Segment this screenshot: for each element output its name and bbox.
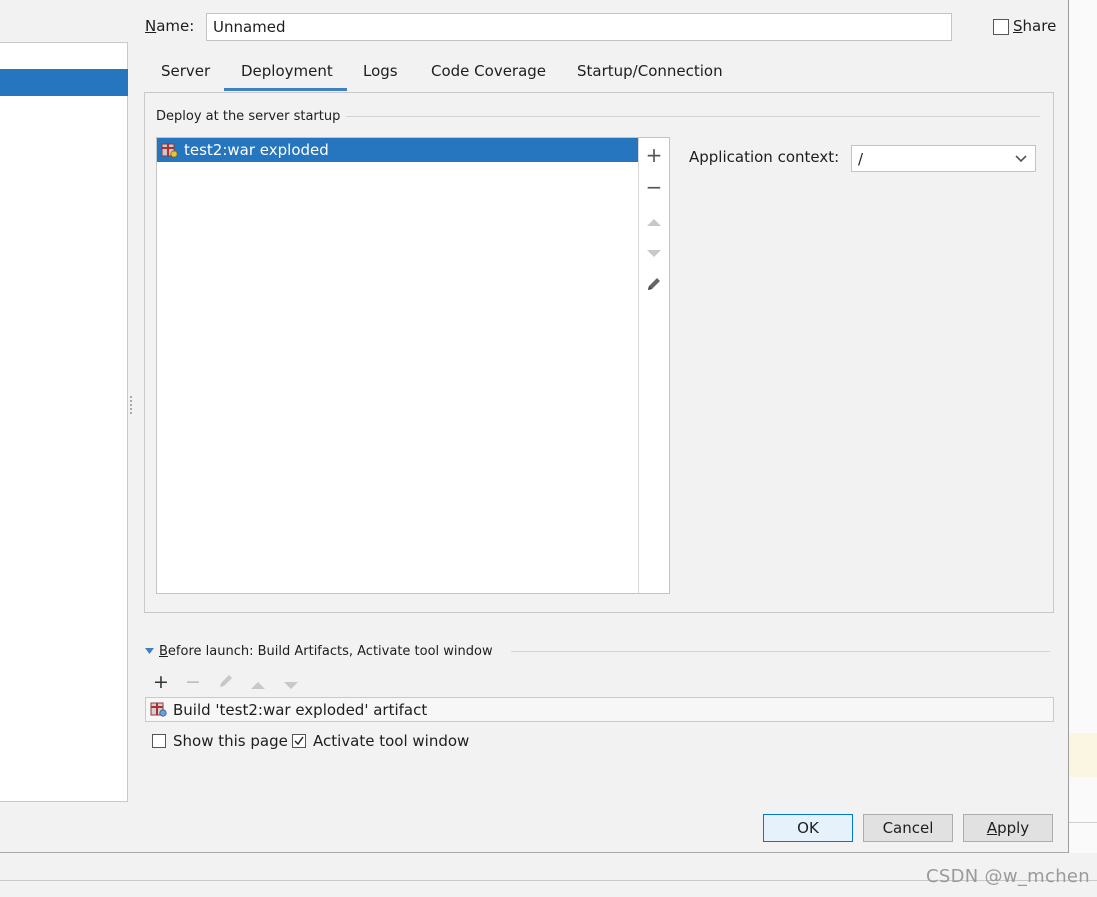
application-context-value: / bbox=[858, 150, 864, 168]
name-label: Name: bbox=[145, 17, 195, 35]
task-label: Build 'test2:war exploded' artifact bbox=[173, 701, 428, 719]
background-divider bbox=[1069, 822, 1097, 823]
edit-task-button[interactable] bbox=[217, 672, 235, 694]
configuration-tree-selected-item[interactable] bbox=[0, 69, 128, 96]
arrow-down-icon bbox=[647, 250, 661, 257]
chevron-down-icon bbox=[1015, 155, 1027, 163]
move-task-up-button[interactable] bbox=[250, 675, 266, 695]
artifact-icon bbox=[150, 701, 167, 721]
move-task-down-button[interactable] bbox=[283, 675, 299, 695]
add-artifact-button[interactable]: + bbox=[644, 145, 664, 165]
move-up-button[interactable] bbox=[644, 211, 664, 231]
watermark: CSDN @w_mchen bbox=[926, 866, 1090, 887]
before-launch-title[interactable]: Before launch: Build Artifacts, Activate… bbox=[159, 644, 493, 659]
application-context-label: Application context: bbox=[689, 148, 840, 166]
list-toolbar-divider bbox=[638, 138, 639, 593]
share-checkbox[interactable] bbox=[993, 19, 1009, 35]
before-launch-task-list[interactable]: Build 'test2:war exploded' artifact bbox=[145, 697, 1054, 722]
application-context-select[interactable]: / bbox=[851, 145, 1036, 172]
apply-button[interactable]: Apply bbox=[963, 814, 1053, 842]
plus-icon: + bbox=[645, 143, 663, 167]
artifact-icon bbox=[161, 142, 178, 162]
arrow-up-icon bbox=[647, 219, 661, 226]
list-item[interactable]: test2:war exploded bbox=[157, 138, 638, 162]
arrow-down-icon bbox=[284, 682, 298, 689]
ok-button[interactable]: OK bbox=[763, 814, 853, 842]
share-label[interactable]: Share bbox=[1013, 17, 1056, 35]
tab-server[interactable]: Server bbox=[161, 62, 210, 80]
deploy-artifact-list[interactable] bbox=[156, 137, 670, 594]
pencil-icon bbox=[220, 675, 232, 687]
tab-code-coverage[interactable]: Code Coverage bbox=[431, 62, 546, 80]
cancel-button[interactable]: Cancel bbox=[863, 814, 953, 842]
section-divider bbox=[346, 116, 1040, 117]
show-page-label[interactable]: Show this page bbox=[173, 732, 288, 750]
remove-artifact-button[interactable]: − bbox=[644, 177, 664, 197]
panel-splitter[interactable] bbox=[129, 396, 133, 418]
minus-icon: − bbox=[185, 671, 201, 693]
plus-icon: + bbox=[153, 671, 169, 693]
before-launch-divider bbox=[511, 651, 1050, 652]
activate-tool-window-label[interactable]: Activate tool window bbox=[313, 732, 469, 750]
active-tab-indicator bbox=[224, 88, 347, 91]
remove-task-button[interactable]: − bbox=[185, 672, 201, 692]
tab-startup-connection[interactable]: Startup/Connection bbox=[577, 62, 723, 80]
configuration-tree[interactable] bbox=[0, 42, 128, 802]
minus-icon: − bbox=[645, 175, 663, 199]
show-page-checkbox[interactable] bbox=[152, 734, 166, 748]
pencil-icon bbox=[648, 278, 660, 290]
edit-artifact-button[interactable] bbox=[644, 275, 664, 295]
list-item-label: test2:war exploded bbox=[184, 141, 329, 159]
triangle-expand-icon[interactable] bbox=[145, 646, 155, 656]
background-highlight bbox=[1069, 733, 1097, 777]
name-field[interactable] bbox=[206, 13, 952, 41]
tab-deployment[interactable]: Deployment bbox=[241, 62, 333, 80]
dialog-right-edge bbox=[1068, 0, 1069, 853]
add-task-button[interactable]: + bbox=[153, 672, 169, 692]
activate-tool-window-checkbox[interactable] bbox=[292, 734, 306, 748]
deploy-section-title: Deploy at the server startup bbox=[156, 109, 341, 124]
tab-logs[interactable]: Logs bbox=[363, 62, 398, 80]
move-down-button[interactable] bbox=[644, 242, 664, 262]
checkmark-icon bbox=[294, 736, 304, 746]
arrow-up-icon bbox=[251, 682, 265, 689]
dialog-bottom-edge bbox=[0, 852, 1069, 853]
